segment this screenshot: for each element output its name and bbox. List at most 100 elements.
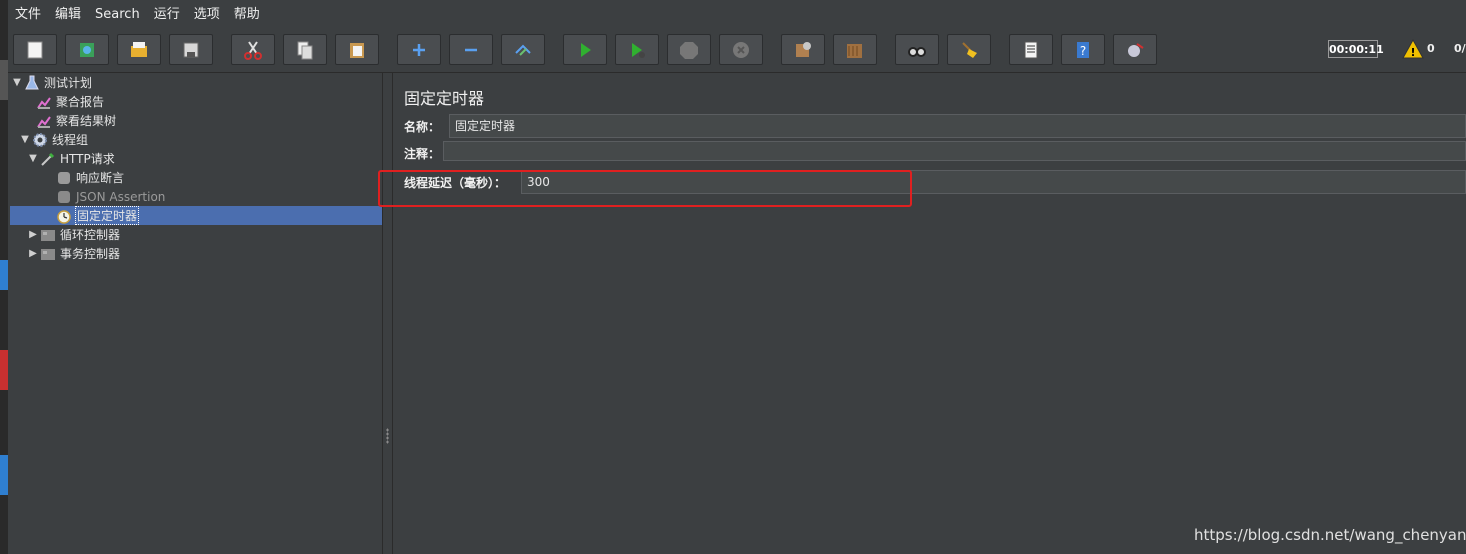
clear-icon <box>796 41 811 57</box>
tree-node-label: JSON Assertion <box>76 189 166 204</box>
stop-icon <box>680 41 698 59</box>
report-icon <box>36 113 52 129</box>
tree-node-label: 测试计划 <box>44 76 93 90</box>
shutdown-icon <box>733 41 749 58</box>
save-button[interactable] <box>169 34 213 65</box>
reset-search-icon <box>962 41 977 58</box>
tree-node-constant-timer[interactable]: 固定定时器 <box>44 206 140 225</box>
collapse-icon <box>465 48 477 51</box>
gear-icon <box>32 132 48 148</box>
start-no-pause-button[interactable] <box>615 34 659 65</box>
templates-icon <box>80 42 94 57</box>
open-icon <box>131 41 147 57</box>
start-button[interactable] <box>563 34 607 65</box>
templates-button[interactable] <box>65 34 109 65</box>
new-button[interactable] <box>13 34 57 65</box>
name-field[interactable]: 固定定时器 <box>449 114 1466 138</box>
assertion-icon <box>56 170 72 186</box>
svg-text:?: ? <box>1080 44 1086 58</box>
page-title: 固定定时器 <box>404 89 485 108</box>
help-icon: ? <box>1077 41 1089 58</box>
tree-node-test-plan[interactable]: ▼ 测试计划 <box>12 73 92 92</box>
tree-node-label: 线程组 <box>52 133 89 147</box>
menu-edit[interactable]: 编辑 <box>48 3 88 27</box>
test-plan-icon <box>24 75 40 91</box>
clear-all-button[interactable] <box>833 34 877 65</box>
clear-button[interactable] <box>781 34 825 65</box>
warning-count: 0 <box>1427 42 1435 55</box>
start-no-pause-icon <box>632 42 645 58</box>
tree-node-loop-controller[interactable]: ▶ 循环控制器 <box>28 225 120 244</box>
tree-node-json-assertion[interactable]: JSON Assertion <box>44 187 165 206</box>
expand-arrow-icon[interactable]: ▶ <box>28 229 38 240</box>
tree-node-label: 聚合报告 <box>56 95 105 109</box>
function-helper-icon <box>1024 41 1038 58</box>
tree-node-view-results-tree[interactable]: 察看结果树 <box>24 111 116 130</box>
warning-icon[interactable]: ! <box>1402 39 1424 59</box>
menu-options[interactable]: 选项 <box>187 3 227 27</box>
remote-button[interactable] <box>1113 34 1157 65</box>
stop-button[interactable] <box>667 34 711 65</box>
open-button[interactable] <box>117 34 161 65</box>
tree-node-label: 固定定时器 <box>74 206 140 225</box>
function-helper-button[interactable] <box>1009 34 1053 65</box>
desktop-edge <box>0 0 8 554</box>
assertion-icon <box>56 189 72 205</box>
controller-icon <box>40 246 56 262</box>
expand-icon <box>413 43 425 56</box>
tree-node-label: 事务控制器 <box>60 247 121 261</box>
svg-text:!: ! <box>1410 46 1415 59</box>
timer-icon <box>56 208 72 224</box>
expand-arrow-icon[interactable]: ▼ <box>12 77 22 88</box>
search-icon <box>908 46 926 57</box>
menu-help[interactable]: 帮助 <box>227 3 267 27</box>
threads-count: 0/1 <box>1454 42 1466 55</box>
comment-row: 注释： <box>404 140 440 166</box>
reset-search-button[interactable] <box>947 34 991 65</box>
watermark: https://blog.csdn.net/wang_chenyang <box>1194 526 1466 544</box>
test-plan-tree: ▼ 测试计划 聚合报告 察看结果树 ▼ 线程组 ▼ HTTP请求 响应断言 JS… <box>8 73 382 554</box>
expand-button[interactable] <box>397 34 441 65</box>
grip-icon <box>386 428 389 444</box>
cut-button[interactable] <box>231 34 275 65</box>
toolbar: ? 00:00:11 ! 0 0/1 <box>8 28 1466 73</box>
new-icon <box>27 41 43 58</box>
expand-arrow-icon[interactable]: ▼ <box>20 134 30 145</box>
comment-label: 注释： <box>404 146 441 161</box>
help-button[interactable]: ? <box>1061 34 1105 65</box>
expand-arrow-icon[interactable]: ▼ <box>28 153 38 164</box>
paste-icon <box>350 42 364 58</box>
controller-icon <box>40 227 56 243</box>
toggle-button[interactable] <box>501 34 545 65</box>
tree-node-label: HTTP请求 <box>60 152 115 166</box>
elapsed-timer: 00:00:11 <box>1328 40 1384 58</box>
menu-search[interactable]: Search <box>88 3 147 27</box>
tree-node-response-assertion[interactable]: 响应断言 <box>44 168 124 187</box>
pipette-icon <box>40 151 56 167</box>
tree-node-http-request[interactable]: ▼ HTTP请求 <box>28 149 115 168</box>
tree-node-label: 察看结果树 <box>56 114 117 128</box>
report-icon <box>36 94 52 110</box>
paste-button[interactable] <box>335 34 379 65</box>
clear-all-icon <box>847 43 862 58</box>
comment-field[interactable] <box>443 141 1466 161</box>
tree-node-label: 循环控制器 <box>60 228 121 242</box>
tree-node-transaction-controller[interactable]: ▶ 事务控制器 <box>28 244 120 263</box>
copy-button[interactable] <box>283 34 327 65</box>
tree-node-thread-group[interactable]: ▼ 线程组 <box>20 130 88 149</box>
menu-file[interactable]: 文件 <box>8 3 48 27</box>
expand-arrow-icon[interactable]: ▶ <box>28 248 38 259</box>
shutdown-button[interactable] <box>719 34 763 65</box>
splitter-handle[interactable] <box>382 73 393 554</box>
cut-icon <box>244 40 262 60</box>
save-icon <box>183 42 199 57</box>
tree-node-aggregate-report[interactable]: 聚合报告 <box>24 92 104 111</box>
collapse-button[interactable] <box>449 34 493 65</box>
menu-run[interactable]: 运行 <box>147 3 187 27</box>
annotation-highlight-box <box>378 170 912 207</box>
start-icon <box>581 42 591 57</box>
search-button[interactable] <box>895 34 939 65</box>
copy-icon <box>297 41 313 59</box>
constant-timer-panel: 固定定时器 名称： 固定定时器 注释： 线程延迟（毫秒）： 300 <box>393 73 1466 554</box>
toggle-icon <box>515 44 531 56</box>
